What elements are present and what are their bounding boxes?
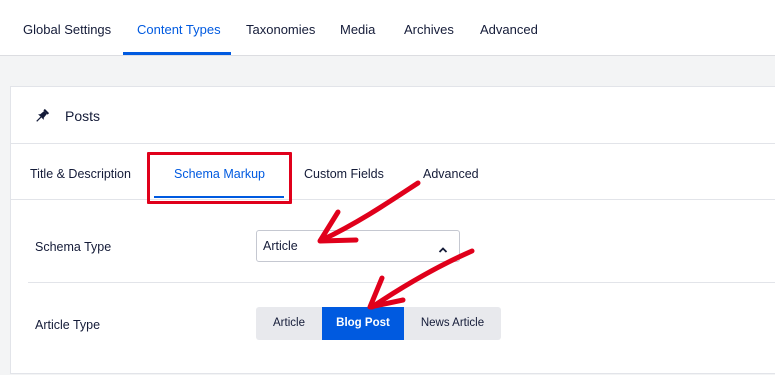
tab-taxonomies[interactable]: Taxonomies [246, 0, 315, 56]
tab-content-types[interactable]: Content Types [137, 0, 221, 56]
article-type-option-blog-post[interactable]: Blog Post [322, 307, 404, 340]
card-title: Posts [65, 108, 101, 124]
tab-global-settings[interactable]: Global Settings [23, 0, 111, 56]
tab-advanced[interactable]: Advanced [480, 0, 538, 56]
top-navigation: Global Settings Content Types Taxonomies… [0, 0, 775, 56]
posts-settings-card: Posts Title & Description Schema Markup … [10, 86, 775, 374]
card-header: Posts [11, 87, 775, 144]
pin-icon [33, 107, 51, 125]
subtab-title-description[interactable]: Title & Description [30, 144, 131, 200]
tab-media[interactable]: Media [340, 0, 375, 56]
row-divider [28, 282, 775, 283]
schema-type-select[interactable]: Article [256, 230, 460, 262]
subtab-advanced[interactable]: Advanced [423, 144, 479, 200]
article-type-option-article[interactable]: Article [256, 307, 322, 340]
subtab-schema-markup[interactable]: Schema Markup [174, 144, 265, 200]
active-tab-indicator [123, 52, 231, 55]
article-type-label: Article Type [35, 318, 101, 332]
tab-archives[interactable]: Archives [404, 0, 454, 56]
article-type-option-news-article[interactable]: News Article [404, 307, 501, 340]
active-subtab-indicator [154, 196, 284, 198]
schema-type-label: Schema Type [35, 240, 112, 254]
subtabs: Title & Description Schema Markup Custom… [11, 144, 775, 200]
schema-type-value: Article [263, 239, 298, 253]
subtab-custom-fields[interactable]: Custom Fields [304, 144, 384, 200]
chevron-up-icon [438, 242, 448, 253]
